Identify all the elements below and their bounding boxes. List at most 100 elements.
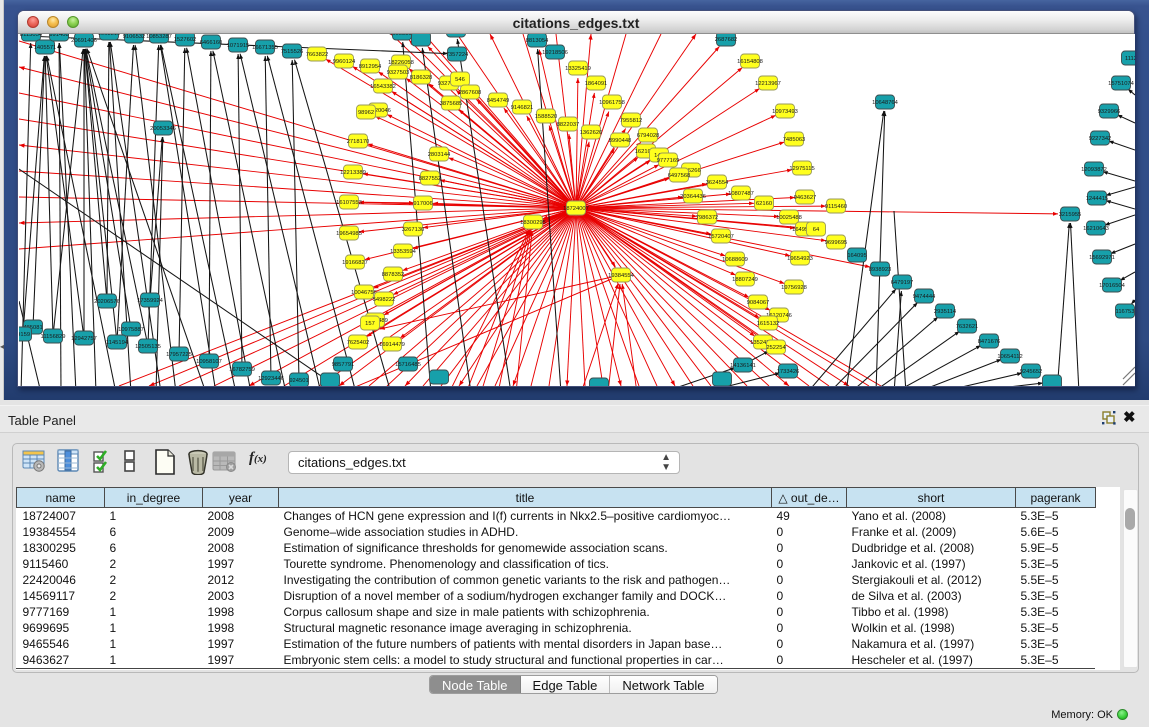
svg-text:8827552: 8827552 bbox=[419, 176, 442, 182]
svg-text:7986372: 7986372 bbox=[696, 215, 719, 221]
svg-text:917006: 917006 bbox=[413, 201, 432, 207]
svg-text:2718170: 2718170 bbox=[347, 139, 370, 145]
svg-text:8878352: 8878352 bbox=[382, 272, 405, 278]
svg-text:16671355: 16671355 bbox=[252, 45, 278, 51]
svg-text:8822037: 8822037 bbox=[557, 122, 580, 128]
svg-text:9084067: 9084067 bbox=[747, 300, 770, 306]
svg-text:5498222: 5498222 bbox=[373, 297, 396, 303]
svg-text:18724007: 18724007 bbox=[563, 206, 589, 212]
svg-text:10648764: 10648764 bbox=[872, 100, 899, 106]
svg-text:20364436: 20364436 bbox=[680, 194, 706, 200]
svg-text:924501: 924501 bbox=[289, 378, 308, 384]
svg-text:9227342: 9227342 bbox=[1089, 136, 1112, 142]
svg-text:9245652: 9245652 bbox=[1020, 369, 1043, 375]
svg-text:20206576: 20206576 bbox=[94, 299, 120, 305]
svg-text:6466160: 6466160 bbox=[200, 40, 223, 46]
svg-text:9146821: 9146821 bbox=[511, 105, 534, 111]
svg-text:7625402: 7625402 bbox=[347, 340, 370, 346]
svg-text:1864091: 1864091 bbox=[585, 81, 608, 87]
svg-text:19384554: 19384554 bbox=[608, 273, 635, 279]
svg-text:9115460: 9115460 bbox=[825, 204, 847, 210]
svg-text:9960124: 9960124 bbox=[333, 59, 356, 65]
svg-text:12942757: 12942757 bbox=[71, 336, 97, 342]
svg-text:6479197: 6479197 bbox=[891, 280, 914, 286]
svg-text:10046756: 10046756 bbox=[351, 290, 377, 296]
svg-text:12975115: 12975115 bbox=[789, 166, 814, 172]
svg-text:546: 546 bbox=[455, 77, 465, 83]
svg-text:991408: 991408 bbox=[49, 34, 68, 38]
svg-text:19166827: 19166827 bbox=[342, 260, 368, 266]
svg-text:62160: 62160 bbox=[756, 201, 772, 207]
svg-text:1527602: 1527602 bbox=[174, 37, 197, 43]
svg-text:12213389: 12213389 bbox=[340, 170, 366, 176]
svg-text:10973493: 10973493 bbox=[772, 109, 798, 115]
svg-text:19756928: 19756928 bbox=[781, 285, 807, 291]
svg-text:16782759: 16782759 bbox=[229, 367, 255, 373]
svg-text:13353594: 13353594 bbox=[390, 249, 417, 255]
svg-text:16543382: 16543382 bbox=[370, 84, 396, 90]
svg-text:3875685: 3875685 bbox=[440, 101, 463, 107]
svg-text:9857791: 9857791 bbox=[332, 362, 355, 368]
svg-text:10025488: 10025488 bbox=[776, 215, 802, 221]
svg-text:9463627: 9463627 bbox=[794, 195, 817, 201]
svg-text:1588520: 1588520 bbox=[535, 114, 558, 120]
svg-text:12923446: 12923446 bbox=[258, 376, 284, 382]
svg-text:8471676: 8471676 bbox=[978, 339, 1001, 345]
svg-text:6497568: 6497568 bbox=[668, 173, 691, 179]
svg-text:6794028: 6794028 bbox=[637, 133, 660, 139]
svg-text:2935114: 2935114 bbox=[934, 309, 957, 315]
svg-text:9106532: 9106532 bbox=[123, 34, 146, 40]
svg-text:8186328: 8186328 bbox=[410, 75, 433, 81]
svg-text:7663822: 7663822 bbox=[306, 52, 329, 58]
svg-text:8990448: 8990448 bbox=[609, 138, 632, 144]
svg-text:9777169: 9777169 bbox=[657, 158, 680, 164]
svg-text:9474444: 9474444 bbox=[913, 294, 936, 300]
svg-text:19654985: 19654985 bbox=[336, 231, 362, 237]
svg-text:19218506: 19218506 bbox=[542, 50, 568, 56]
svg-text:8813054: 8813054 bbox=[526, 38, 549, 44]
svg-text:11156829: 11156829 bbox=[41, 334, 66, 340]
svg-text:15716485: 15716485 bbox=[395, 362, 421, 368]
svg-text:16154808: 16154808 bbox=[737, 59, 763, 65]
svg-text:10961758: 10961758 bbox=[599, 100, 625, 106]
svg-text:8113054: 8113054 bbox=[20, 34, 43, 38]
svg-text:20053346: 20053346 bbox=[150, 126, 176, 132]
svg-text:8912954: 8912954 bbox=[359, 64, 382, 70]
svg-text:18807249: 18807249 bbox=[732, 277, 758, 283]
svg-text:10853287: 10853287 bbox=[146, 34, 172, 40]
svg-text:15751074: 15751074 bbox=[1108, 81, 1135, 87]
svg-text:13325419: 13325419 bbox=[565, 66, 591, 72]
svg-text:7955812: 7955812 bbox=[620, 118, 643, 124]
svg-text:1145194: 1145194 bbox=[106, 340, 129, 346]
svg-text:16107553: 16107553 bbox=[336, 200, 362, 206]
svg-text:2867608: 2867608 bbox=[459, 90, 482, 96]
svg-text:14136141: 14136141 bbox=[730, 363, 756, 369]
svg-text:1112: 1112 bbox=[1125, 56, 1135, 62]
svg-text:252254: 252254 bbox=[766, 345, 786, 351]
svg-text:1362620: 1362620 bbox=[580, 130, 603, 136]
svg-text:1071915: 1071915 bbox=[227, 43, 250, 49]
svg-text:17957225: 17957225 bbox=[166, 352, 192, 358]
svg-text:39159: 39159 bbox=[19, 332, 30, 338]
svg-text:64: 64 bbox=[813, 227, 820, 233]
svg-text:157: 157 bbox=[365, 321, 375, 327]
svg-text:12213967: 12213967 bbox=[755, 81, 781, 87]
svg-text:12505135: 12505135 bbox=[135, 344, 161, 350]
svg-text:19654923: 19654923 bbox=[787, 256, 813, 262]
svg-text:1405571: 1405571 bbox=[34, 45, 57, 51]
svg-text:9699695: 9699695 bbox=[825, 240, 848, 246]
svg-text:3624554: 3624554 bbox=[706, 180, 729, 186]
svg-text:9327503: 9327503 bbox=[387, 70, 410, 76]
svg-text:18300295: 18300295 bbox=[520, 220, 546, 226]
svg-text:10958107: 10958107 bbox=[196, 359, 222, 365]
svg-text:1063319: 1063319 bbox=[98, 34, 121, 37]
svg-text:10654112: 10654112 bbox=[997, 354, 1022, 360]
svg-text:17359924: 17359924 bbox=[137, 298, 164, 304]
svg-text:1244415: 1244415 bbox=[1086, 196, 1109, 202]
svg-text:10688609: 10688609 bbox=[722, 257, 748, 263]
svg-text:16053809: 16053809 bbox=[389, 34, 415, 37]
svg-text:12093872: 12093872 bbox=[1081, 167, 1107, 173]
svg-text:7515526: 7515526 bbox=[281, 49, 304, 55]
svg-text:7632621: 7632621 bbox=[956, 324, 979, 330]
svg-text:17016504: 17016504 bbox=[1099, 283, 1126, 289]
